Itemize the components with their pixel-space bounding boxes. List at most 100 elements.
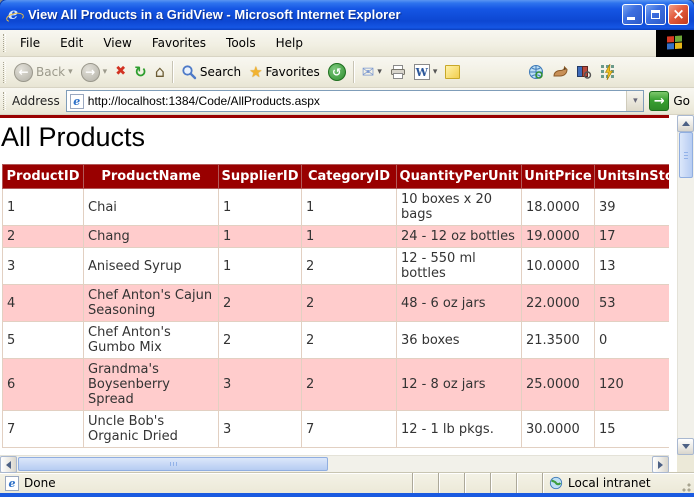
column-header-categoryid: CategoryID <box>302 165 397 189</box>
table-cell: 2 <box>219 285 302 322</box>
table-cell: 1 <box>219 226 302 248</box>
back-label: Back <box>36 65 65 79</box>
table-cell: 17 <box>595 226 670 248</box>
go-button[interactable]: → Go <box>649 91 690 111</box>
address-dropdown-button[interactable]: ▾ <box>626 91 643 111</box>
dog-icon <box>552 64 568 80</box>
table-cell: 36 boxes <box>397 322 522 359</box>
ie-logo-icon: e <box>6 6 23 23</box>
msn-button[interactable] <box>524 59 548 85</box>
history-icon: ↺ <box>328 63 346 81</box>
menu-item-tools[interactable]: Tools <box>216 32 266 54</box>
refresh-button[interactable]: ↻ <box>130 59 151 85</box>
table-cell: 4 <box>3 285 84 322</box>
table-cell: 15 <box>595 411 670 448</box>
address-label: Address <box>12 94 60 108</box>
scroll-up-icon <box>682 121 690 126</box>
table-header-row: ProductIDProductNameSupplierIDCategoryID… <box>3 165 670 189</box>
back-button[interactable]: ← Back ▾ <box>10 59 77 85</box>
close-button[interactable]: × <box>668 4 689 25</box>
table-cell: 18.0000 <box>522 189 595 226</box>
table-cell: 13 <box>595 248 670 285</box>
print-button[interactable] <box>386 59 410 85</box>
home-button[interactable]: ⌂ <box>151 59 169 85</box>
column-header-unitprice: UnitPrice <box>522 165 595 189</box>
table-cell: 3 <box>219 411 302 448</box>
title-bar: e View All Products in a GridView - Micr… <box>0 0 694 30</box>
table-cell: 0 <box>595 322 670 359</box>
menu-item-edit[interactable]: Edit <box>50 32 93 54</box>
table-row: 5Chef Anton's Gumbo Mix2236 boxes21.3500… <box>3 322 670 359</box>
page-viewport: All Products ProductIDProductNameSupplie… <box>0 115 694 472</box>
table-cell: 3 <box>3 248 84 285</box>
history-button[interactable]: ↺ <box>324 59 350 85</box>
page-content: All Products ProductIDProductNameSupplie… <box>0 115 669 455</box>
windows-logo <box>656 30 694 57</box>
table-cell: Chef Anton's Cajun Seasoning <box>84 285 219 322</box>
status-bar: e Done Local intranet <box>0 472 694 493</box>
scroll-down-icon <box>682 444 690 449</box>
column-header-supplierid: SupplierID <box>219 165 302 189</box>
menu-item-file[interactable]: File <box>10 32 50 54</box>
status-ie-icon: e <box>5 476 19 491</box>
maximize-button[interactable] <box>645 4 666 25</box>
toolbar-grip <box>3 92 6 110</box>
discuss-button[interactable] <box>441 59 464 85</box>
table-cell: Chef Anton's Gumbo Mix <box>84 322 219 359</box>
address-field: e ▾ <box>66 90 645 112</box>
scroll-right-button[interactable] <box>652 456 669 473</box>
table-cell: 7 <box>302 411 397 448</box>
forward-icon: → <box>81 63 100 82</box>
edit-dropdown-icon: ▾ <box>433 67 438 77</box>
menu-item-favorites[interactable]: Favorites <box>142 32 216 54</box>
scroll-left-icon <box>6 461 11 469</box>
globe-search-icon <box>528 64 544 80</box>
browser-window: e View All Products in a GridView - Micr… <box>0 0 694 497</box>
horizontal-scrollbar[interactable] <box>0 455 669 472</box>
scroll-left-button[interactable] <box>0 456 17 473</box>
intranet-globe-icon <box>549 476 563 490</box>
table-cell: Aniseed Syrup <box>84 248 219 285</box>
favorites-icon: ★ <box>249 64 262 80</box>
address-input[interactable] <box>88 92 627 110</box>
status-pane <box>438 473 464 493</box>
table-cell: 2 <box>302 322 397 359</box>
research-books-icon <box>576 64 592 80</box>
table-cell: 2 <box>302 359 397 411</box>
page-ie-icon: e <box>70 94 84 109</box>
search-companion-button[interactable] <box>548 59 572 85</box>
messenger-button[interactable] <box>596 59 620 85</box>
table-row: 6Grandma's Boysenberry Spread3212 - 8 oz… <box>3 359 670 411</box>
menu-item-help[interactable]: Help <box>266 32 313 54</box>
research-button[interactable] <box>572 59 596 85</box>
favorites-button[interactable]: ★ Favorites <box>245 59 324 85</box>
table-cell: 6 <box>3 359 84 411</box>
table-cell: 2 <box>3 226 84 248</box>
column-header-quantityperunit: QuantityPerUnit <box>397 165 522 189</box>
table-cell: 12 - 550 ml bottles <box>397 248 522 285</box>
table-cell: Chai <box>84 189 219 226</box>
table-row: 7Uncle Bob's Organic Dried3712 - 1 lb pk… <box>3 411 670 448</box>
vertical-scrollbar[interactable] <box>677 115 694 455</box>
windows-flag-icon <box>667 35 683 50</box>
vertical-scroll-thumb[interactable] <box>679 132 693 178</box>
minimize-button[interactable] <box>622 4 643 25</box>
forward-button[interactable]: → ▾ <box>77 59 112 85</box>
status-text: Done <box>24 476 56 490</box>
standard-toolbar: ← Back ▾ → ▾ ✖ ↻ ⌂ Search ★ Favorites <box>0 57 694 88</box>
horizontal-scroll-thumb[interactable] <box>18 457 328 471</box>
table-cell: 1 <box>302 189 397 226</box>
stop-button[interactable]: ✖ <box>111 59 130 85</box>
security-zone-label: Local intranet <box>568 476 651 490</box>
scroll-up-button[interactable] <box>677 115 694 132</box>
scroll-down-button[interactable] <box>677 438 694 455</box>
resize-grip[interactable] <box>679 480 692 493</box>
table-cell: Uncle Bob's Organic Dried <box>84 411 219 448</box>
edit-with-word-button[interactable]: W ▾ <box>410 59 442 85</box>
table-cell: 1 <box>3 189 84 226</box>
search-button[interactable]: Search <box>177 59 245 85</box>
mail-button[interactable]: ✉ ▾ <box>358 59 386 85</box>
menu-item-view[interactable]: View <box>93 32 141 54</box>
table-cell: 19.0000 <box>522 226 595 248</box>
table-cell: 21.3500 <box>522 322 595 359</box>
